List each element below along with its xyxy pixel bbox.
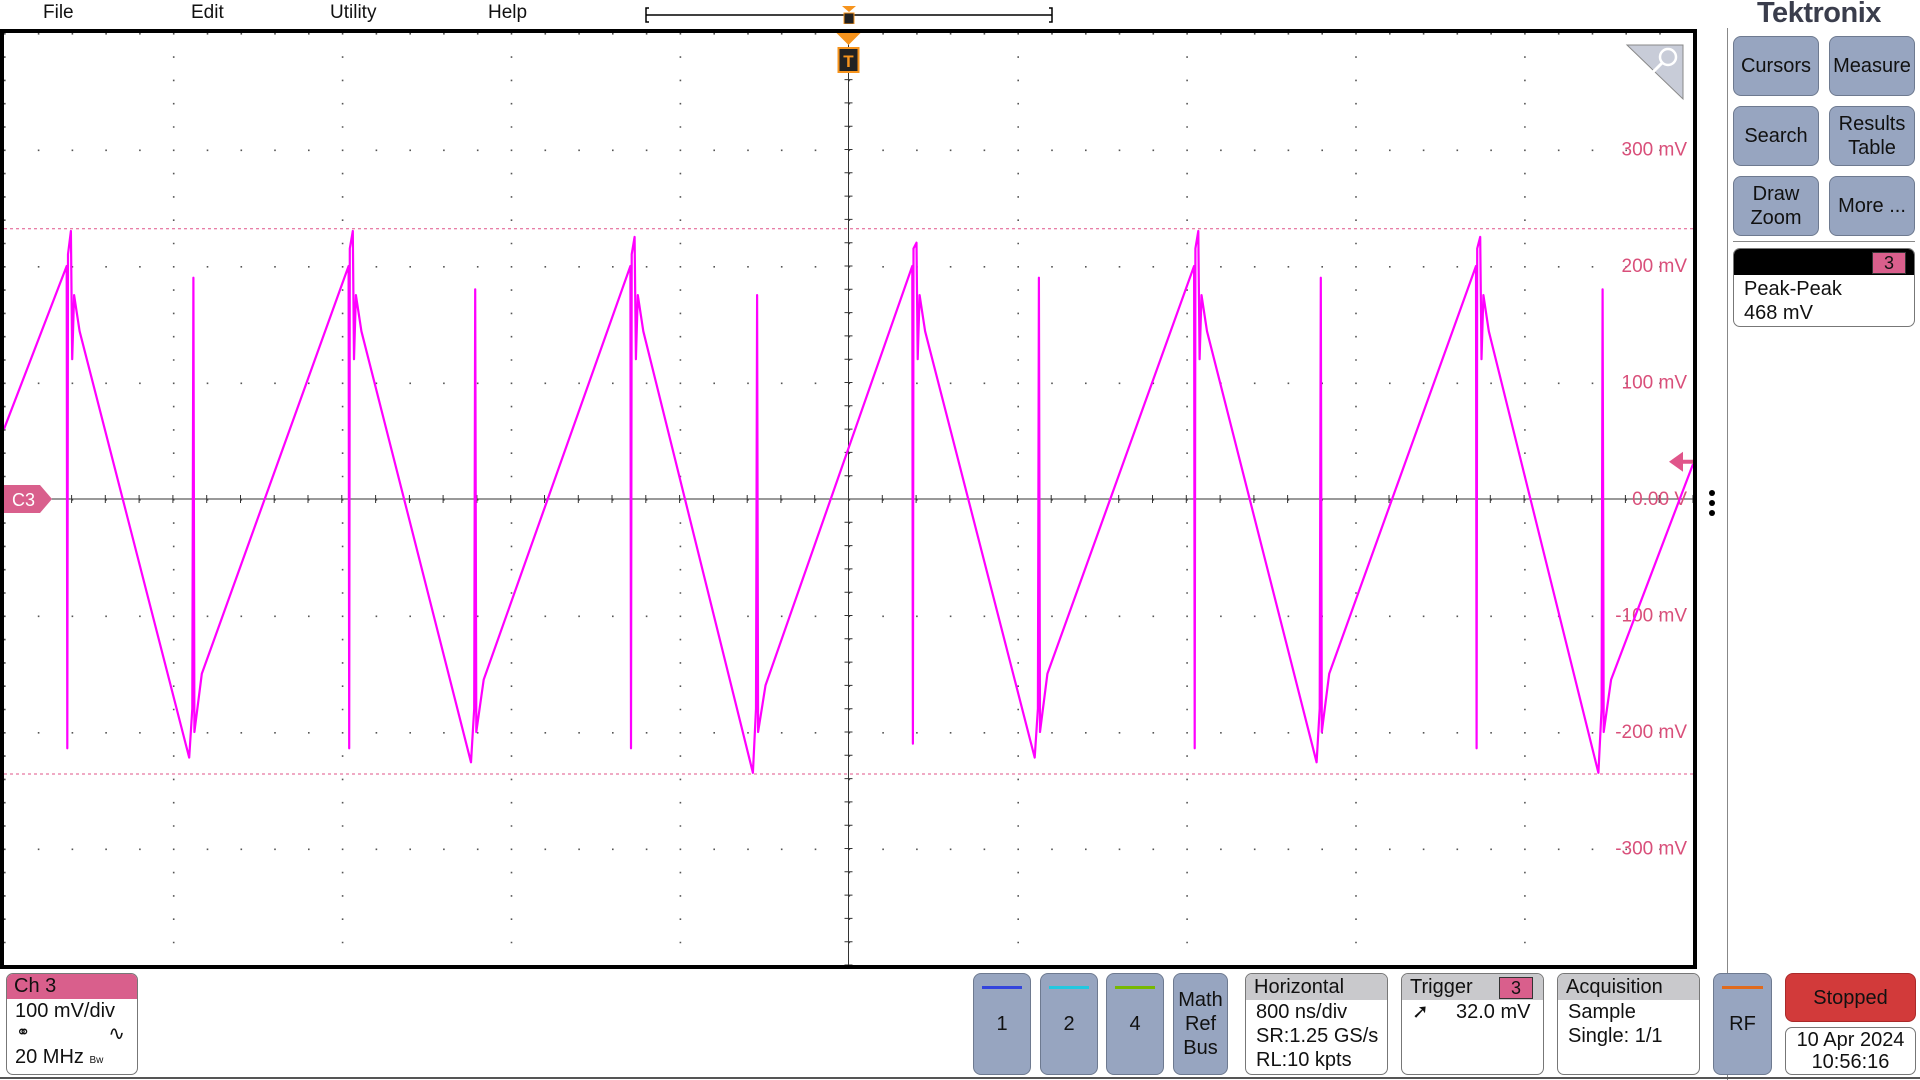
search-button[interactable]: Search [1733,106,1819,166]
menu-edit[interactable]: Edit [191,2,224,24]
date: 10 Apr 2024 [1796,1029,1905,1051]
bus-label: Bus [1183,1037,1218,1059]
ch3-bandwidth: 20 MHz [15,1046,84,1068]
more-button[interactable]: More ... [1829,176,1915,236]
bandwidth-limit-icon: Bw [89,1055,104,1066]
cursors-label: Cursors [1740,55,1811,77]
ch2-label: 2 [1063,1013,1075,1035]
menu-file[interactable]: File [43,2,74,24]
trigger-source-badge: 3 [1499,977,1533,999]
tektronix-logo: Tektronix [1757,0,1881,29]
measurement-source-badge: 3 [1872,252,1906,274]
y-tick-label: -300 mV [1615,839,1687,860]
ch4-button[interactable]: 4 [1106,973,1164,1075]
results-table-label: Results Table [1838,113,1906,159]
acquisition-title: Acquisition [1558,974,1699,1000]
ref-label: Ref [1184,1013,1217,1035]
math-ref-bus-button[interactable]: Math Ref Bus [1173,973,1228,1075]
run-stop-button[interactable]: Stopped [1785,973,1916,1022]
measure-button[interactable]: Measure [1829,36,1915,96]
more-options-icon[interactable] [1709,490,1715,516]
y-tick-label: -200 mV [1615,722,1687,743]
rf-label: RF [1729,1013,1756,1035]
trigger-marker-label: T [843,52,854,71]
measurement-value: 468 mV [1744,302,1813,324]
ch3-scale: 100 mV/div [15,1000,116,1022]
horizontal-scale: 800 ns/div [1256,1001,1348,1023]
measurement-name: Peak-Peak [1744,278,1842,300]
rf-button[interactable]: RF [1713,973,1772,1075]
ch1-label: 1 [996,1013,1008,1035]
coupling-icon: ∿ [108,1023,125,1045]
record-timeline[interactable] [645,6,1053,24]
run-state-label: Stopped [1813,986,1888,1009]
bottom-bar-divider [0,1077,1920,1079]
cursors-button[interactable]: Cursors [1733,36,1819,96]
more-label: More ... [1838,195,1906,217]
waveform-display[interactable]: 300 mV200 mV100 mV0.00 V-100 mV-200 mV-3… [4,33,1693,965]
horizontal-title: Horizontal [1246,974,1387,1000]
y-tick-label: 200 mV [1622,256,1688,277]
rising-edge-icon: ➚ [1412,1001,1429,1023]
datetime-display[interactable]: 10 Apr 2024 10:56:16 [1785,1027,1916,1075]
menu-help[interactable]: Help [488,2,527,24]
probe-icon: ⚭ [16,1023,31,1042]
panel-divider [1733,241,1915,242]
y-tick-label: 100 mV [1622,373,1688,394]
time: 10:56:16 [1811,1051,1890,1073]
ch1-button[interactable]: 1 [973,973,1031,1075]
record-length: RL:10 kpts [1256,1049,1352,1071]
ch4-label: 4 [1129,1013,1141,1035]
y-tick-label: 300 mV [1622,140,1688,161]
math-label: Math [1178,989,1223,1011]
ch4-color-swatch [1115,986,1155,989]
measurement-badge-peak-peak[interactable]: 3 Peak-Peak 468 mV [1733,248,1915,327]
ch2-color-swatch [1049,986,1089,989]
search-label: Search [1744,125,1808,147]
sample-rate: SR:1.25 GS/s [1256,1025,1379,1047]
ch3-badge[interactable]: Ch 3 100 mV/div ⚭ ∿ 20 MHz Bw [6,973,138,1075]
acquisition-badge[interactable]: Acquisition Sample Single: 1/1 [1557,973,1700,1075]
acquisition-state: Single: 1/1 [1568,1025,1663,1047]
rf-color-swatch [1722,986,1763,989]
draw-zoom-button[interactable]: Draw Zoom [1733,176,1819,236]
trigger-badge[interactable]: Trigger 3 ➚ 32.0 mV [1401,973,1544,1075]
trigger-level: 32.0 mV [1456,1001,1531,1023]
c3-marker-label: C3 [12,490,35,510]
results-table-button[interactable]: Results Table [1829,106,1915,166]
measure-label: Measure [1833,55,1911,77]
draw-zoom-label: Draw Zoom [1750,183,1802,229]
ch3-title: Ch 3 [7,974,137,999]
ch1-color-swatch [982,986,1022,989]
horizontal-badge[interactable]: Horizontal 800 ns/div SR:1.25 GS/s RL:10… [1245,973,1388,1075]
acquisition-mode: Sample [1568,1001,1636,1023]
ch2-button[interactable]: 2 [1040,973,1098,1075]
trigger-title: Trigger 3 [1402,974,1543,1000]
y-tick-label: -100 mV [1615,606,1687,627]
timeline-trigger-icon [842,6,856,24]
menu-utility[interactable]: Utility [330,2,376,24]
